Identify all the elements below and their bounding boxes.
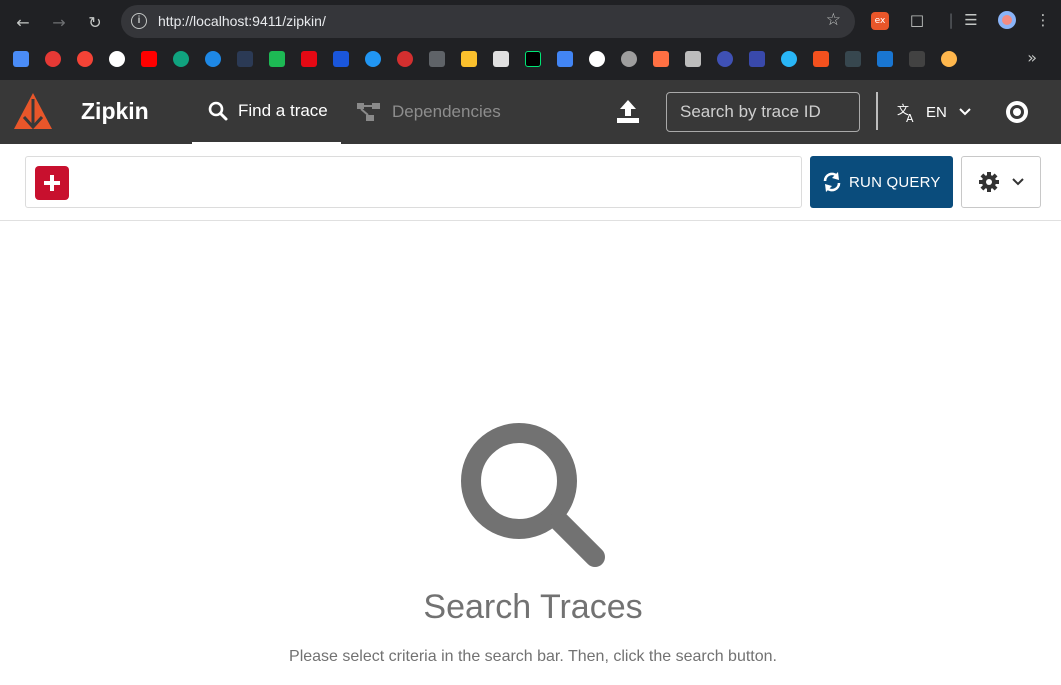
profile-avatar[interactable] [996,9,1018,31]
bookmark-v-icon[interactable] [269,51,285,67]
bookmarks-overflow-icon[interactable]: » [1027,48,1037,67]
bookmark-youtube-music-icon[interactable] [77,51,93,67]
star-icon[interactable]: ☆ [826,10,841,30]
gear-icon [979,172,999,192]
refresh-icon [823,172,841,192]
bookmark-share-icon[interactable] [877,51,893,67]
bookmark-icon[interactable] [365,51,381,67]
app-header: Zipkin Find a trace Dependencies 文 A EN [0,80,1061,144]
bookmark-github-icon[interactable] [109,51,125,67]
tab-dependencies[interactable]: Dependencies [356,80,506,144]
trace-id-search-input[interactable] [666,92,860,132]
bookmark-icon[interactable] [461,51,477,67]
bookmark-icon[interactable] [429,51,445,67]
bookmark-icon[interactable] [909,51,925,67]
browser-chrome: ← → ↻ i http://localhost:9411/zipkin/ ☆ … [0,0,1061,80]
chevron-down-icon [959,108,971,116]
query-settings-button[interactable] [961,156,1041,208]
translate-icon: 文 A [897,102,914,123]
add-criteria-button[interactable] [35,166,69,200]
bookmark-c-icon[interactable] [717,51,733,67]
bookmark-code-icon[interactable] [237,51,253,67]
language-selector[interactable]: 文 A EN [896,100,971,124]
bookmark-globe-icon[interactable] [621,51,637,67]
url-text[interactable]: http://localhost:9411/zipkin/ [158,13,326,29]
bookmark-notes-icon[interactable] [13,51,29,67]
bookmarks-bar: » [0,48,1061,70]
upload-icon[interactable] [614,98,642,126]
empty-state-subtitle: Please select criteria in the search bar… [289,648,777,665]
site-info-icon[interactable]: i [131,13,147,29]
reload-icon[interactable]: ↻ [82,9,108,35]
plus-icon [44,175,60,191]
search-icon [208,101,228,121]
bookmark-icon[interactable] [205,51,221,67]
chevron-down-icon [1012,178,1024,186]
zipkin-logo-icon[interactable] [12,91,54,133]
bookmark-z-icon[interactable] [525,51,541,67]
bookmark-translate-icon[interactable] [557,51,573,67]
search-criteria-bar: RUN QUERY [0,144,1061,221]
bookmark-youtube-icon[interactable] [141,51,157,67]
media-control-icon[interactable]: ☰ [960,9,982,31]
extensions-puzzle-icon[interactable]: □ [906,9,928,31]
toolbar-divider: | [948,11,954,29]
bookmark-icon[interactable] [653,51,669,67]
run-query-label: RUN QUERY [849,173,941,191]
bookmark-chatgpt-icon[interactable] [173,51,189,67]
brand-title[interactable]: Zipkin [81,98,149,125]
header-divider [876,92,878,130]
bookmark-netflix-icon[interactable] [301,51,317,67]
address-bar[interactable]: i http://localhost:9411/zipkin/ ☆ [121,5,855,38]
bookmark-icon[interactable] [845,51,861,67]
bookmark-icon[interactable] [749,51,765,67]
bookmark-icon[interactable] [813,51,829,67]
dependencies-icon [357,103,380,121]
run-query-button[interactable]: RUN QUERY [810,156,953,208]
empty-state-title: Search Traces [423,588,643,626]
browser-menu-icon[interactable]: ⋮ [1032,9,1054,31]
tab-find-a-trace[interactable]: Find a trace [192,80,341,144]
bookmark-icon[interactable] [397,51,413,67]
tab-label: Dependencies [392,102,501,121]
language-code: EN [926,103,947,121]
extension-icon[interactable]: ex [871,12,889,30]
back-icon[interactable]: ← [10,9,36,35]
svg-text:A: A [906,112,914,123]
bookmark-icon[interactable] [685,51,701,67]
bookmark-d-icon[interactable] [333,51,349,67]
bookmark-icon[interactable] [493,51,509,67]
theme-toggle-icon[interactable] [1003,98,1031,126]
criteria-input-area[interactable] [25,156,802,208]
bookmark-icon[interactable] [781,51,797,67]
bookmark-icon[interactable] [589,51,605,67]
forward-icon[interactable]: → [46,9,72,35]
search-traces-icon [461,423,605,567]
bookmark-icon[interactable] [941,51,957,67]
bookmark-icon[interactable] [45,51,61,67]
tab-label: Find a trace [238,101,328,120]
